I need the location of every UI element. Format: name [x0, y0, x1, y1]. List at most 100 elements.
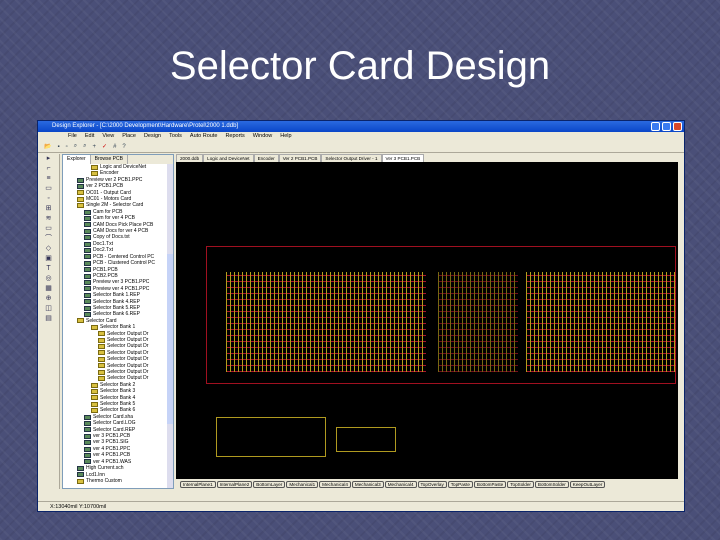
- file-icon: [77, 478, 84, 484]
- menu-item[interactable]: Reports: [225, 132, 244, 141]
- menu-item[interactable]: Design: [144, 132, 161, 141]
- menu-item[interactable]: Tools: [169, 132, 182, 141]
- file-icon: [84, 292, 91, 298]
- file-icon: [77, 472, 84, 478]
- menu-bar: File Edit View Place Design Tools Auto Route Re…: [38, 132, 684, 141]
- tree-item[interactable]: Thermo Custom: [63, 478, 173, 484]
- file-icon: [84, 235, 91, 241]
- file-icon: [84, 254, 91, 260]
- file-icon: [84, 299, 91, 305]
- file-icon: [84, 452, 91, 458]
- file-icon: [84, 247, 91, 253]
- layer-tab[interactable]: BottomLayer: [253, 480, 286, 488]
- slide-title: Selector Card Design: [169, 44, 551, 88]
- title-bar: Design Explorer - [C:\2000 Development\H…: [38, 121, 684, 132]
- document-tab[interactable]: Encoder: [253, 154, 279, 162]
- cursor-coordinates: X:13040mil Y:10700mil: [50, 504, 107, 510]
- file-icon: [84, 286, 91, 292]
- close-button[interactable]: [673, 122, 682, 131]
- zoom-in-icon[interactable]: ⌕: [74, 143, 77, 150]
- layer-tab[interactable]: Mechanical4: [384, 480, 417, 488]
- print-icon[interactable]: ▫: [66, 144, 68, 150]
- layer-tab[interactable]: TopSolder: [507, 480, 534, 488]
- file-icon: [84, 459, 91, 465]
- file-icon: [77, 196, 84, 202]
- minimize-button[interactable]: [651, 122, 660, 131]
- cross-icon[interactable]: +: [93, 144, 97, 150]
- file-icon: [91, 324, 98, 330]
- file-icon: [84, 228, 91, 234]
- file-icon: [77, 183, 84, 189]
- file-icon: [77, 190, 84, 196]
- grid-icon[interactable]: #: [113, 144, 116, 150]
- document-tab[interactable]: Ver 2 PCB1.PCB: [278, 154, 322, 162]
- file-icon: [77, 465, 84, 471]
- file-tree: Logic and DeviceNet Encoder Preview ver 2 …: [63, 164, 173, 484]
- file-icon: [84, 433, 91, 439]
- file-icon: [91, 388, 98, 394]
- save-icon[interactable]: ▪: [57, 144, 59, 150]
- file-icon: [91, 408, 98, 414]
- file-icon: [84, 267, 91, 273]
- menu-item[interactable]: Edit: [85, 132, 94, 141]
- file-icon: [98, 350, 105, 356]
- pcb-components-left: [226, 272, 426, 372]
- menu-item[interactable]: Window: [253, 132, 273, 141]
- file-icon: [84, 209, 91, 215]
- layer-tab[interactable]: TopPaste: [447, 480, 473, 488]
- menu-item[interactable]: Help: [280, 132, 291, 141]
- maximize-button[interactable]: [662, 122, 671, 131]
- file-icon: [84, 215, 91, 221]
- layer-tab[interactable]: Mechanical4: [319, 480, 351, 488]
- tree-scrollbar[interactable]: [167, 164, 173, 488]
- layer-tab[interactable]: BottomSolder: [534, 480, 569, 488]
- tab-browse-pcb[interactable]: Browse PCB: [91, 155, 128, 164]
- toolbar: 📂 ▪ ▫ ⌕ ⌕ + ✓ #?: [38, 141, 684, 153]
- file-icon: [91, 382, 98, 388]
- file-icon: [84, 222, 91, 228]
- file-icon: [84, 273, 91, 279]
- document-tab[interactable]: Logic and DeviceNet: [203, 154, 254, 162]
- zoom-out-icon[interactable]: ⌕: [83, 143, 86, 150]
- layer-tab[interactable]: Mechanical1: [286, 480, 319, 488]
- file-icon: [98, 356, 105, 362]
- file-icon: [84, 414, 91, 420]
- file-icon: [84, 446, 91, 452]
- document-tabs: 2000.ddb Logic and DeviceNet Encoder Ver 2 …: [176, 154, 678, 162]
- menu-item[interactable]: Auto Route: [190, 132, 218, 141]
- layer-tab[interactable]: TopOverlay: [417, 480, 447, 488]
- layer-tab[interactable]: InternalPlane1: [180, 480, 216, 488]
- help-icon[interactable]: ?: [122, 144, 125, 150]
- file-icon: [84, 280, 91, 286]
- tab-explorer[interactable]: Explorer: [63, 155, 91, 164]
- check-icon[interactable]: ✓: [102, 143, 107, 150]
- file-icon: [91, 164, 98, 170]
- layer-tab[interactable]: InternalPlane2: [216, 480, 253, 488]
- window-title: Design Explorer - [C:\2000 Development\H…: [52, 123, 239, 129]
- file-icon: [98, 376, 105, 382]
- file-icon: [77, 177, 84, 183]
- pcb-outline-box: [336, 427, 396, 452]
- file-icon: [77, 318, 84, 324]
- file-icon: [91, 401, 98, 407]
- document-tab[interactable]: Ver 3 PCB1.PCB: [381, 154, 425, 162]
- tree-item-label: Thermo Custom: [86, 477, 122, 484]
- layer-tab[interactable]: BottomPaste: [473, 480, 507, 488]
- layer-tab[interactable]: KeepOutLayer: [569, 480, 606, 488]
- file-icon: [98, 331, 105, 337]
- file-icon: [77, 203, 84, 209]
- file-icon: [84, 440, 91, 446]
- menu-item[interactable]: File: [68, 132, 77, 141]
- menu-item[interactable]: View: [102, 132, 114, 141]
- file-icon: [84, 427, 91, 433]
- pcb-canvas[interactable]: [176, 162, 678, 479]
- document-tab[interactable]: 2000.ddb: [176, 154, 204, 162]
- file-icon: [91, 171, 98, 177]
- explorer-panel: Explorer Browse PCB Logic and DeviceNet En…: [62, 154, 174, 489]
- open-icon[interactable]: 📂: [44, 143, 51, 150]
- document-tab[interactable]: Selector Output Driver - 1: [321, 154, 382, 162]
- menu-item[interactable]: Place: [122, 132, 136, 141]
- file-icon: [98, 344, 105, 350]
- pcb-components-center: [438, 272, 518, 372]
- layer-tab[interactable]: Mechanical3: [351, 480, 384, 488]
